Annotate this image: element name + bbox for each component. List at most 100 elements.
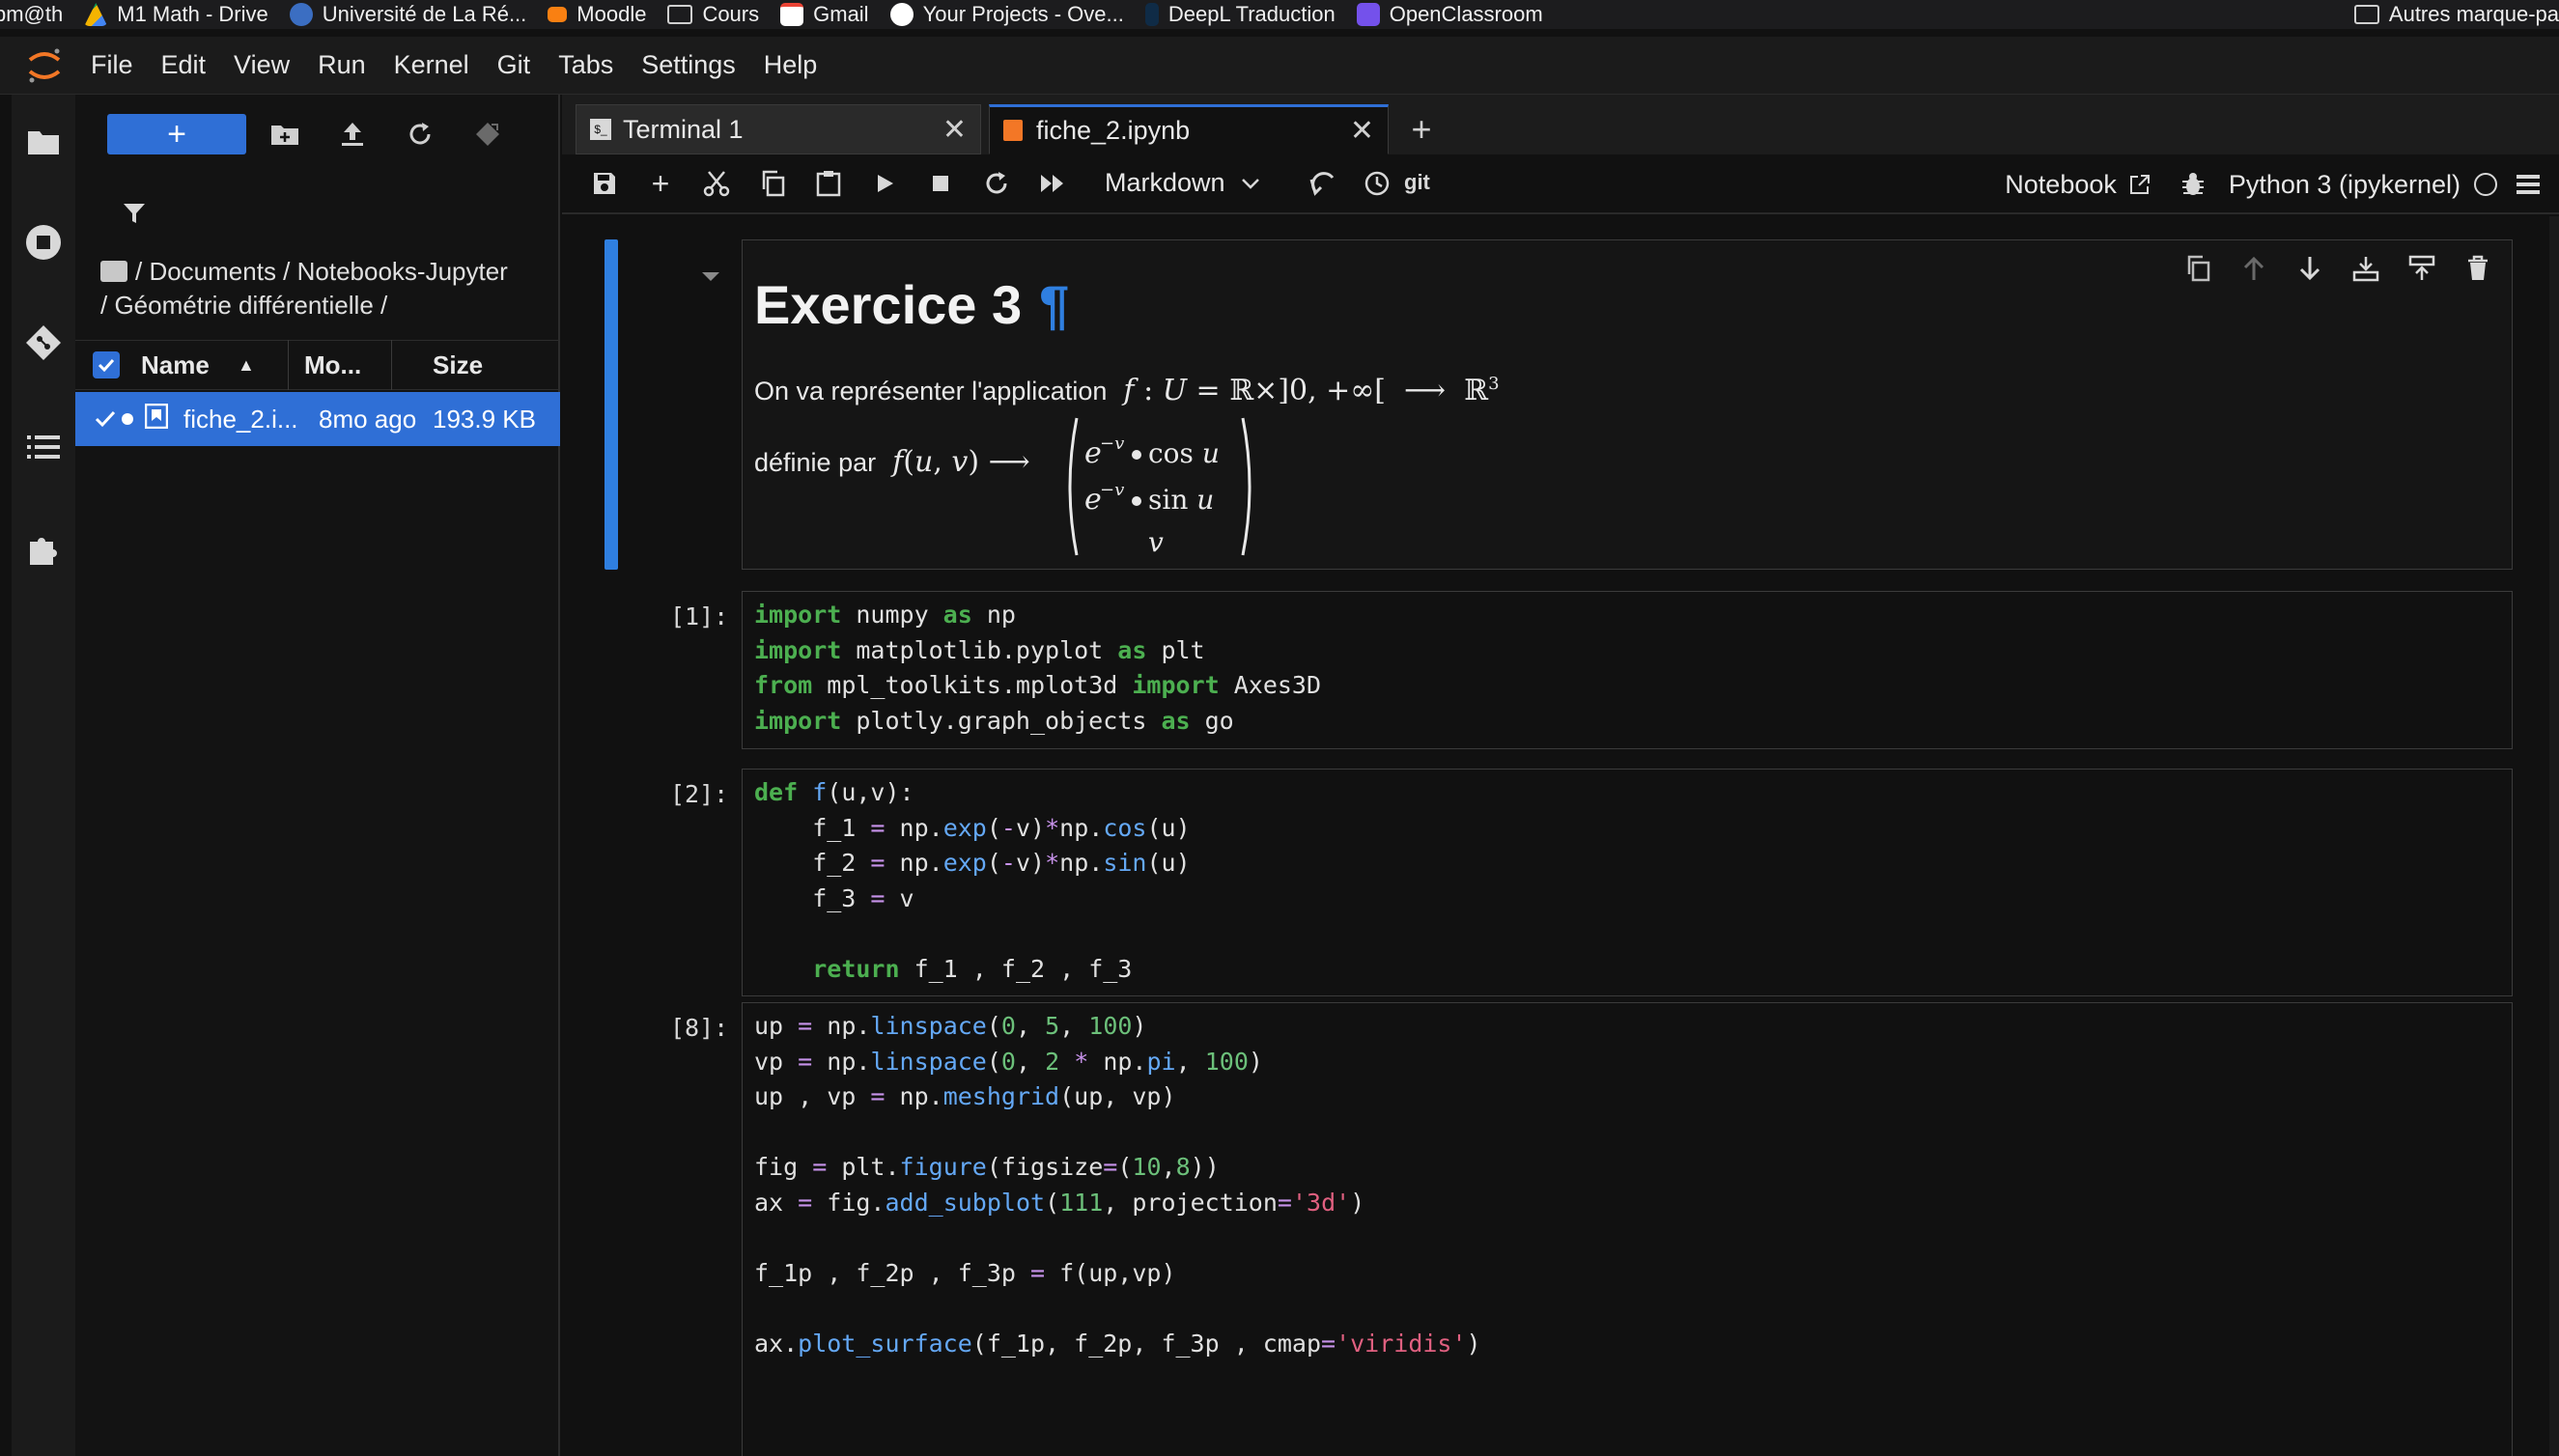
filter-icon[interactable] bbox=[122, 201, 153, 232]
column-divider[interactable] bbox=[391, 340, 392, 390]
collapse-heading-chevron-icon[interactable] bbox=[699, 269, 722, 285]
menu-git[interactable]: Git bbox=[497, 50, 531, 80]
markdown-text: définie par bbox=[754, 448, 877, 477]
extensions-puzzle-icon[interactable] bbox=[23, 529, 64, 570]
reconnect-icon[interactable] bbox=[1306, 166, 1340, 201]
file-row[interactable]: fiche_2.i... 8mo ago 193.9 KB bbox=[75, 392, 560, 446]
bookmark-moodle[interactable]: Moodle bbox=[548, 0, 646, 29]
math-vector-matrix: e −v cos u e −v sin u v bbox=[1068, 417, 1251, 558]
external-link-icon[interactable] bbox=[2128, 173, 2151, 196]
code-cell[interactable]: up = np.linspace(0, 5, 100) vp = np.lins… bbox=[742, 1002, 2513, 1456]
menu-help[interactable]: Help bbox=[764, 50, 818, 80]
deepl-icon bbox=[1144, 3, 1159, 26]
notebook-panel: Exercice 3 ¶ On va représenter l'applicat… bbox=[562, 216, 2559, 1456]
move-up-icon[interactable] bbox=[2234, 250, 2274, 287]
upload-icon[interactable] bbox=[336, 118, 369, 151]
refresh-icon[interactable] bbox=[404, 118, 436, 151]
menu-kernel[interactable]: Kernel bbox=[394, 50, 469, 80]
row-checkbox-checked[interactable] bbox=[95, 405, 118, 434]
copy-icon[interactable] bbox=[755, 166, 790, 201]
jupyter-logo-icon bbox=[28, 48, 61, 82]
kernel-name[interactable]: Python 3 (ipykernel) bbox=[2229, 170, 2461, 200]
breadcrumb[interactable]: / Documents / Notebooks-Jupyter / Géomét… bbox=[100, 255, 516, 322]
column-divider[interactable] bbox=[288, 340, 289, 390]
stop-icon[interactable] bbox=[923, 166, 958, 201]
bookmark-cours[interactable]: Cours bbox=[667, 0, 759, 29]
restart-run-all-icon[interactable] bbox=[1035, 166, 1070, 201]
cell-prompt: [2]: bbox=[670, 780, 729, 808]
new-launcher-button[interactable]: + bbox=[107, 114, 246, 154]
scrollbar[interactable] bbox=[2549, 216, 2559, 1456]
code-editor[interactable]: def f(u,v): f_1 = np.exp(-v)*np.cos(u) f… bbox=[743, 770, 2512, 987]
bookmark-label: M1 Math - Drive bbox=[117, 2, 268, 26]
column-size[interactable]: Size bbox=[433, 350, 483, 380]
file-modified: 8mo ago bbox=[319, 404, 417, 434]
column-name[interactable]: Name bbox=[141, 350, 238, 380]
tab-label: fiche_2.ipynb bbox=[1036, 115, 1191, 145]
bookmark-univ[interactable]: Université de La Ré... bbox=[289, 0, 526, 29]
cut-icon[interactable] bbox=[699, 166, 734, 201]
menu-tabs[interactable]: Tabs bbox=[558, 50, 613, 80]
bookmark-drive[interactable]: M1 Math - Drive bbox=[84, 0, 268, 29]
debugger-bug-icon[interactable] bbox=[2180, 172, 2206, 197]
markdown-cell[interactable]: Exercice 3 ¶ On va représenter l'applicat… bbox=[742, 239, 2513, 570]
insert-cell-plus-icon[interactable]: + bbox=[643, 166, 678, 201]
notebook-icon bbox=[1003, 120, 1023, 141]
menu-view[interactable]: View bbox=[234, 50, 290, 80]
insert-above-icon[interactable] bbox=[2346, 250, 2386, 287]
menu-settings[interactable]: Settings bbox=[641, 50, 736, 80]
menu-icon[interactable] bbox=[2517, 174, 2540, 195]
bookmark-deepl[interactable]: DeepL Traduction bbox=[1144, 0, 1336, 29]
git-clone-icon[interactable] bbox=[471, 118, 504, 151]
git-icon[interactable] bbox=[23, 322, 64, 363]
heading-anchor-link[interactable]: ¶ bbox=[1039, 274, 1069, 335]
bookmark-projects[interactable]: Your Projects - Ove... bbox=[889, 0, 1124, 29]
terminal-icon: $_ bbox=[590, 119, 611, 140]
code-cell[interactable]: def f(u,v): f_1 = np.exp(-v)*np.cos(u) f… bbox=[742, 769, 2513, 996]
move-down-icon[interactable] bbox=[2290, 250, 2330, 287]
menu-file[interactable]: File bbox=[91, 50, 133, 80]
new-tab-plus-icon[interactable]: + bbox=[1400, 108, 1443, 151]
projects-icon bbox=[889, 3, 914, 26]
select-all-checkbox[interactable] bbox=[93, 351, 120, 378]
file-name[interactable]: fiche_2.i... bbox=[183, 405, 319, 434]
menu-edit[interactable]: Edit bbox=[161, 50, 207, 80]
markdown-line-2: définie par f(u, v) ⟶ bbox=[754, 445, 1030, 479]
close-icon[interactable]: ✕ bbox=[1350, 114, 1374, 148]
duplicate-cell-icon[interactable] bbox=[2178, 250, 2218, 287]
table-of-contents-icon[interactable] bbox=[23, 427, 64, 467]
save-icon[interactable] bbox=[587, 166, 622, 201]
folder-icon[interactable] bbox=[23, 122, 64, 162]
code-editor[interactable]: up = np.linspace(0, 5, 100) vp = np.lins… bbox=[743, 1003, 2512, 1361]
sort-ascending-icon[interactable]: ▲ bbox=[238, 355, 288, 376]
cell-collapser[interactable] bbox=[605, 239, 618, 570]
delete-cell-trash-icon[interactable] bbox=[2458, 250, 2498, 287]
tab-terminal[interactable]: $_ Terminal 1 ✕ bbox=[576, 104, 981, 154]
bookmark-gmail[interactable]: Gmail bbox=[780, 0, 869, 29]
insert-below-icon[interactable] bbox=[2402, 250, 2442, 287]
tab-notebook[interactable]: fiche_2.ipynb ✕ bbox=[989, 104, 1389, 154]
chevron-down-icon bbox=[1241, 178, 1259, 189]
bookmark-label: DeepL Traduction bbox=[1167, 2, 1336, 26]
home-folder-icon[interactable] bbox=[100, 261, 127, 282]
code-cell[interactable]: import numpy as np import matplotlib.pyp… bbox=[742, 591, 2513, 749]
restart-icon[interactable] bbox=[979, 166, 1014, 201]
running-indicator-icon bbox=[122, 413, 133, 425]
bookmark-bm-th[interactable]: bm@th bbox=[0, 0, 63, 29]
cell-toolbar bbox=[2162, 250, 2498, 287]
paste-icon[interactable] bbox=[811, 166, 846, 201]
other-bookmarks[interactable]: Autres marque-pa bbox=[2353, 0, 2559, 29]
cell-type-select[interactable]: Markdown bbox=[1105, 168, 1260, 198]
run-icon[interactable] bbox=[867, 166, 902, 201]
breadcrumb-path[interactable]: / Documents / Notebooks-Jupyter / Géomét… bbox=[100, 257, 508, 320]
history-clock-icon[interactable] bbox=[1360, 166, 1394, 201]
close-icon[interactable]: ✕ bbox=[942, 113, 967, 147]
git-button[interactable]: git bbox=[1404, 170, 1430, 195]
menu-run[interactable]: Run bbox=[318, 50, 366, 80]
open-notebook-button[interactable]: Notebook bbox=[2005, 170, 2117, 200]
column-modified[interactable]: Mo... bbox=[304, 350, 391, 380]
code-editor[interactable]: import numpy as np import matplotlib.pyp… bbox=[743, 592, 2512, 739]
running-kernels-icon[interactable] bbox=[23, 222, 64, 263]
bookmark-openclassroom[interactable]: OpenClassroom bbox=[1356, 0, 1543, 29]
new-folder-icon[interactable] bbox=[268, 118, 301, 151]
